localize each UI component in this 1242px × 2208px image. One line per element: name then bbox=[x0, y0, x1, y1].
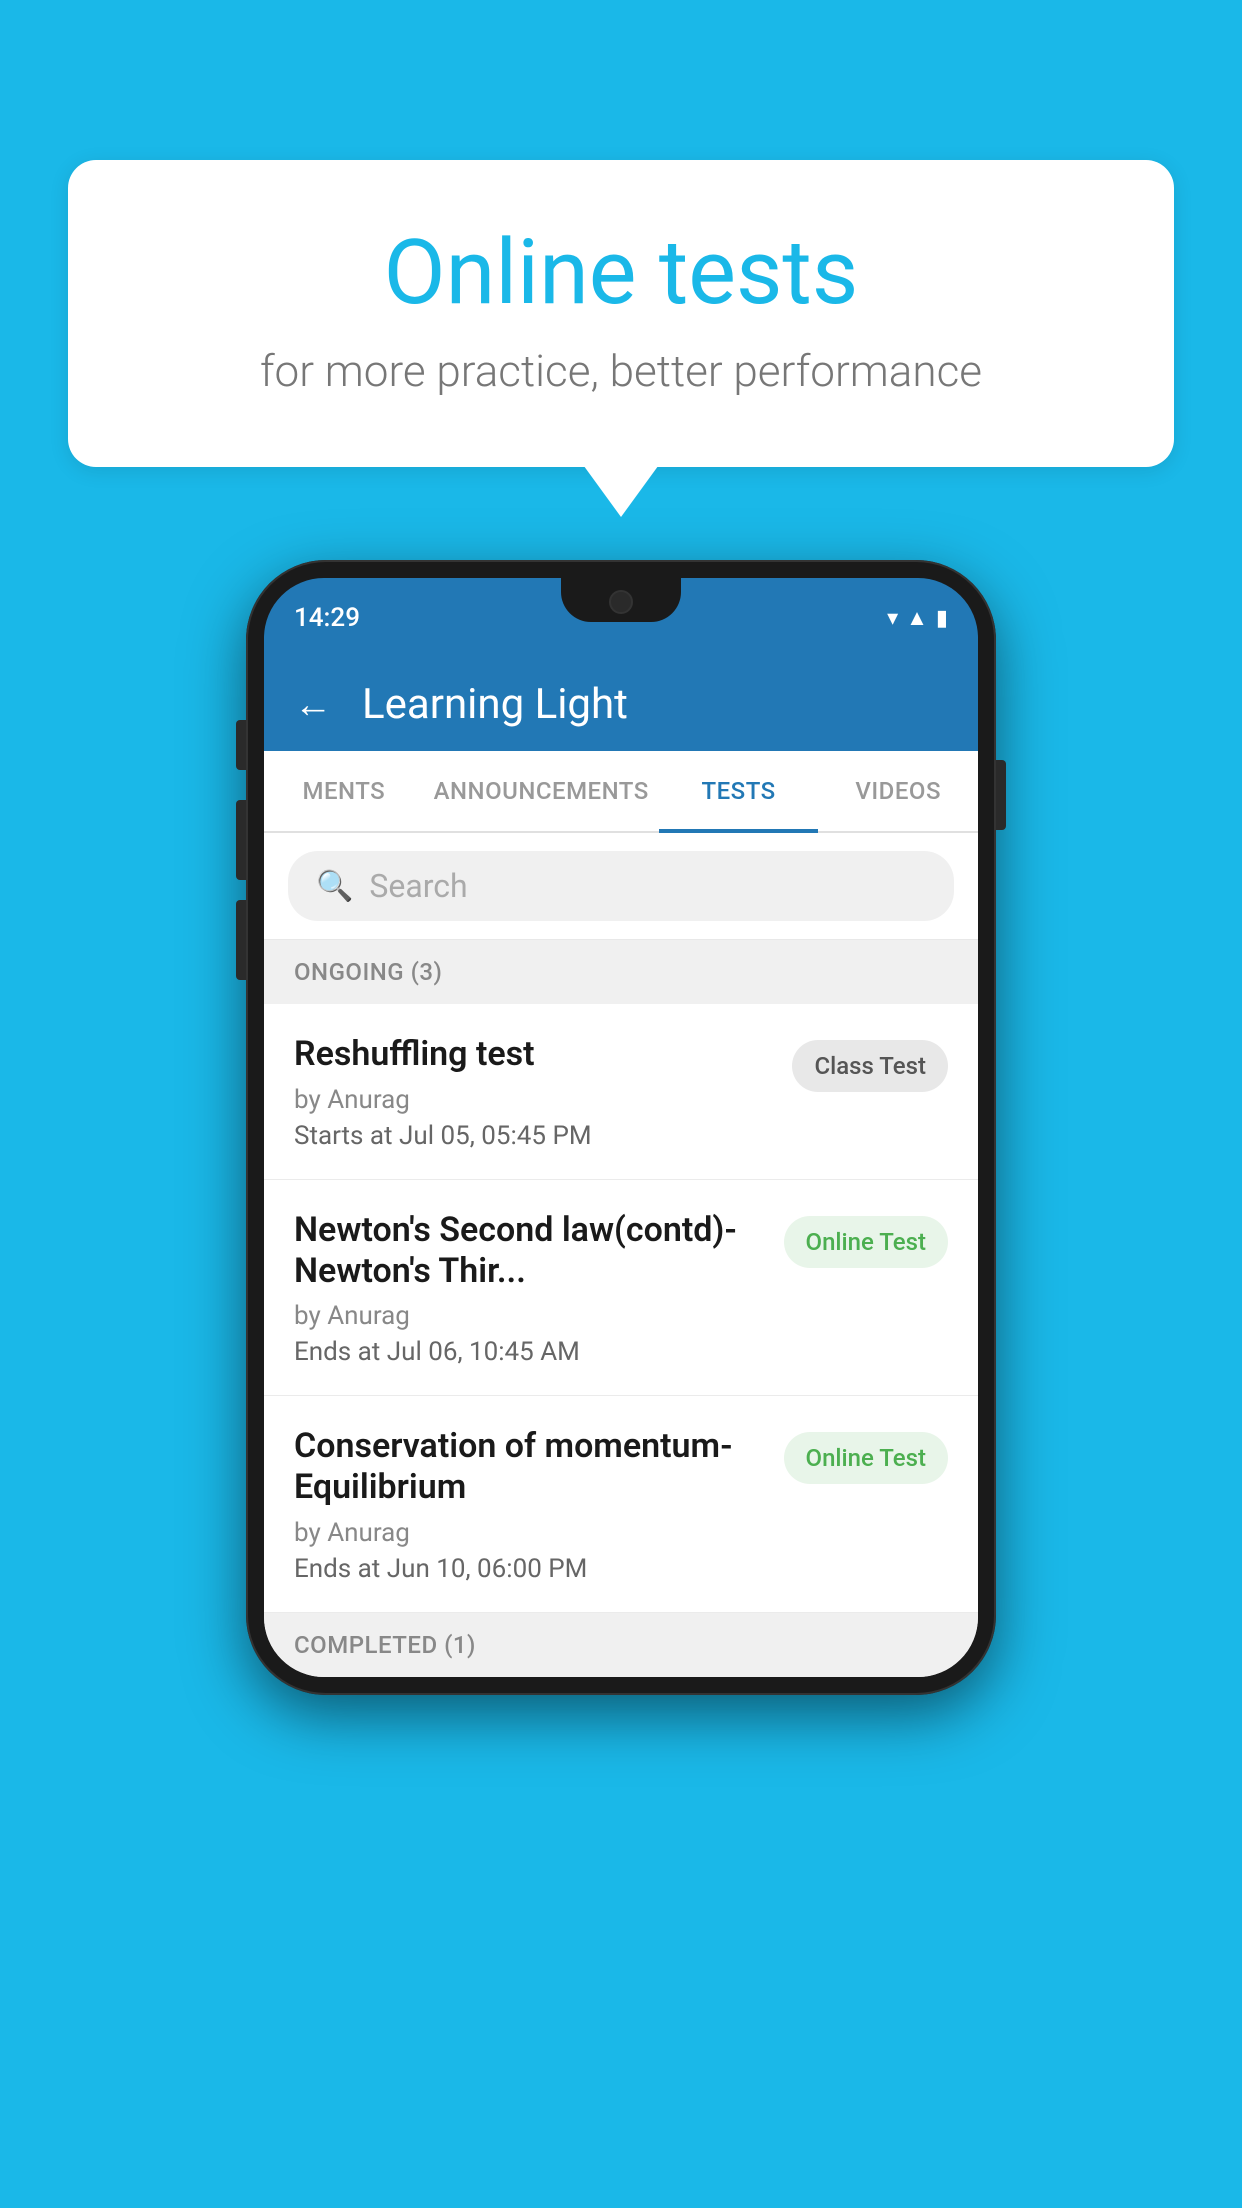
notch bbox=[561, 578, 681, 622]
search-bar[interactable]: 🔍 Search bbox=[288, 851, 954, 921]
tab-videos[interactable]: VIDEOS bbox=[818, 751, 978, 831]
battery-icon: ▮ bbox=[936, 606, 948, 631]
tab-announcements[interactable]: ANNOUNCEMENTS bbox=[424, 751, 659, 831]
completed-section-header: COMPLETED (1) bbox=[264, 1613, 978, 1677]
test-item-conservation[interactable]: Conservation of momentum-Equilibrium by … bbox=[264, 1396, 978, 1613]
tab-tests[interactable]: TESTS bbox=[659, 751, 819, 831]
test-name-newtons: Newton's Second law(contd)-Newton's Thir… bbox=[294, 1210, 764, 1292]
badge-newtons: Online Test bbox=[784, 1216, 948, 1268]
bubble-subtitle: for more practice, better performance bbox=[118, 345, 1124, 397]
test-item-reshuffling[interactable]: Reshuffling test by Anurag Starts at Jul… bbox=[264, 1004, 978, 1180]
signal-icon: ▲ bbox=[906, 605, 928, 631]
ongoing-section-header: ONGOING (3) bbox=[264, 940, 978, 1004]
phone-frame: 14:29 ▾ ▲ ▮ ← Learning Light MENTS bbox=[246, 560, 996, 1695]
phone-screen: ← Learning Light MENTS ANNOUNCEMENTS TES… bbox=[264, 658, 978, 1677]
search-input[interactable]: Search bbox=[369, 867, 467, 905]
test-name-conservation: Conservation of momentum-Equilibrium bbox=[294, 1426, 764, 1508]
volume-down-button bbox=[236, 900, 246, 980]
test-by-conservation: by Anurag bbox=[294, 1518, 764, 1548]
test-item-newtons[interactable]: Newton's Second law(contd)-Newton's Thir… bbox=[264, 1180, 978, 1397]
power-button bbox=[996, 760, 1006, 830]
badge-conservation: Online Test bbox=[784, 1432, 948, 1484]
status-time: 14:29 bbox=[294, 603, 360, 633]
bubble-title: Online tests bbox=[118, 220, 1124, 325]
test-time-reshuffling: Starts at Jul 05, 05:45 PM bbox=[294, 1121, 772, 1151]
back-button[interactable]: ← bbox=[294, 683, 332, 727]
tabs-bar: MENTS ANNOUNCEMENTS TESTS VIDEOS bbox=[264, 751, 978, 833]
search-container: 🔍 Search bbox=[264, 833, 978, 940]
tab-ments[interactable]: MENTS bbox=[264, 751, 424, 831]
app-title: Learning Light bbox=[362, 680, 628, 729]
badge-reshuffling: Class Test bbox=[792, 1040, 948, 1092]
test-time-newtons: Ends at Jul 06, 10:45 AM bbox=[294, 1337, 764, 1367]
phone-mockup: 14:29 ▾ ▲ ▮ ← Learning Light MENTS bbox=[246, 560, 996, 1695]
test-by-reshuffling: by Anurag bbox=[294, 1085, 772, 1115]
test-info-conservation: Conservation of momentum-Equilibrium by … bbox=[294, 1426, 784, 1584]
status-bar: 14:29 ▾ ▲ ▮ bbox=[264, 578, 978, 658]
test-time-conservation: Ends at Jun 10, 06:00 PM bbox=[294, 1554, 764, 1584]
promo-bubble: Online tests for more practice, better p… bbox=[68, 160, 1174, 467]
front-camera bbox=[609, 590, 633, 614]
wifi-icon: ▾ bbox=[887, 606, 898, 631]
test-by-newtons: by Anurag bbox=[294, 1301, 764, 1331]
status-icons: ▾ ▲ ▮ bbox=[887, 605, 948, 631]
test-info-reshuffling: Reshuffling test by Anurag Starts at Jul… bbox=[294, 1034, 792, 1151]
search-icon: 🔍 bbox=[316, 869, 353, 904]
app-header: ← Learning Light bbox=[264, 658, 978, 751]
test-name-reshuffling: Reshuffling test bbox=[294, 1034, 772, 1075]
volume-silent-button bbox=[236, 720, 246, 770]
test-info-newtons: Newton's Second law(contd)-Newton's Thir… bbox=[294, 1210, 784, 1368]
volume-up-button bbox=[236, 800, 246, 880]
